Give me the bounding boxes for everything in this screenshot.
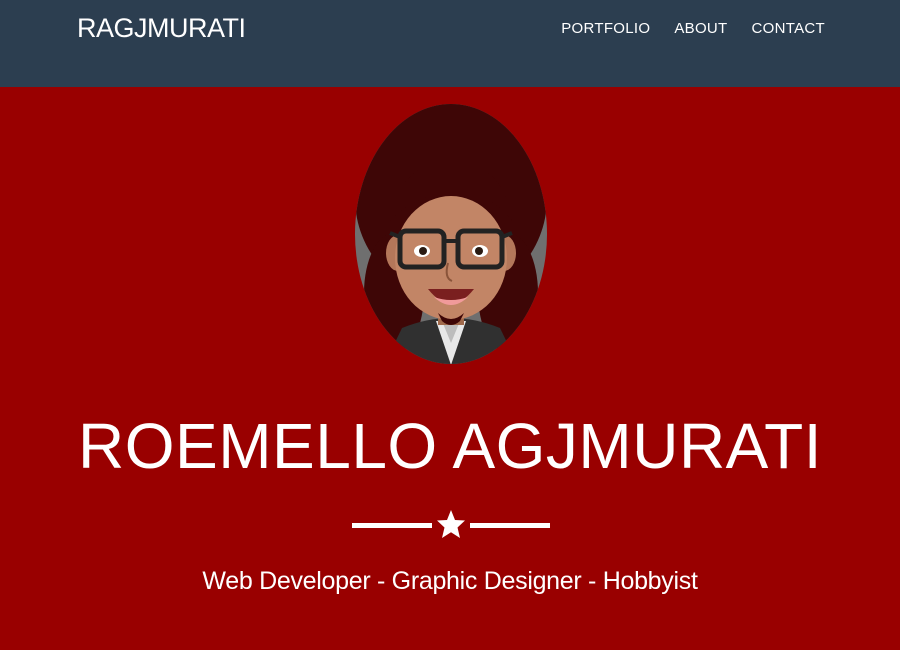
hero-section: ROEMELLO AGJMURATI Web Developer - Graph… bbox=[0, 87, 900, 650]
hero-name: ROEMELLO AGJMURATI bbox=[78, 410, 822, 482]
star-icon bbox=[437, 510, 465, 538]
navbar: RAGJMURATI PORTFOLIO ABOUT CONTACT bbox=[0, 0, 900, 87]
nav-link-portfolio[interactable]: PORTFOLIO bbox=[561, 20, 650, 37]
nav-link-about[interactable]: ABOUT bbox=[674, 20, 727, 37]
nav-link-contact[interactable]: CONTACT bbox=[752, 20, 825, 37]
divider-line-right bbox=[470, 523, 550, 528]
hero-tagline: Web Developer - Graphic Designer - Hobby… bbox=[202, 567, 698, 595]
brand-link[interactable]: RAGJMURATI bbox=[77, 13, 246, 44]
star-divider bbox=[352, 509, 550, 543]
nav-menu: PORTFOLIO ABOUT CONTACT bbox=[561, 20, 825, 37]
avatar-image bbox=[355, 104, 547, 364]
divider-line-left bbox=[352, 523, 432, 528]
